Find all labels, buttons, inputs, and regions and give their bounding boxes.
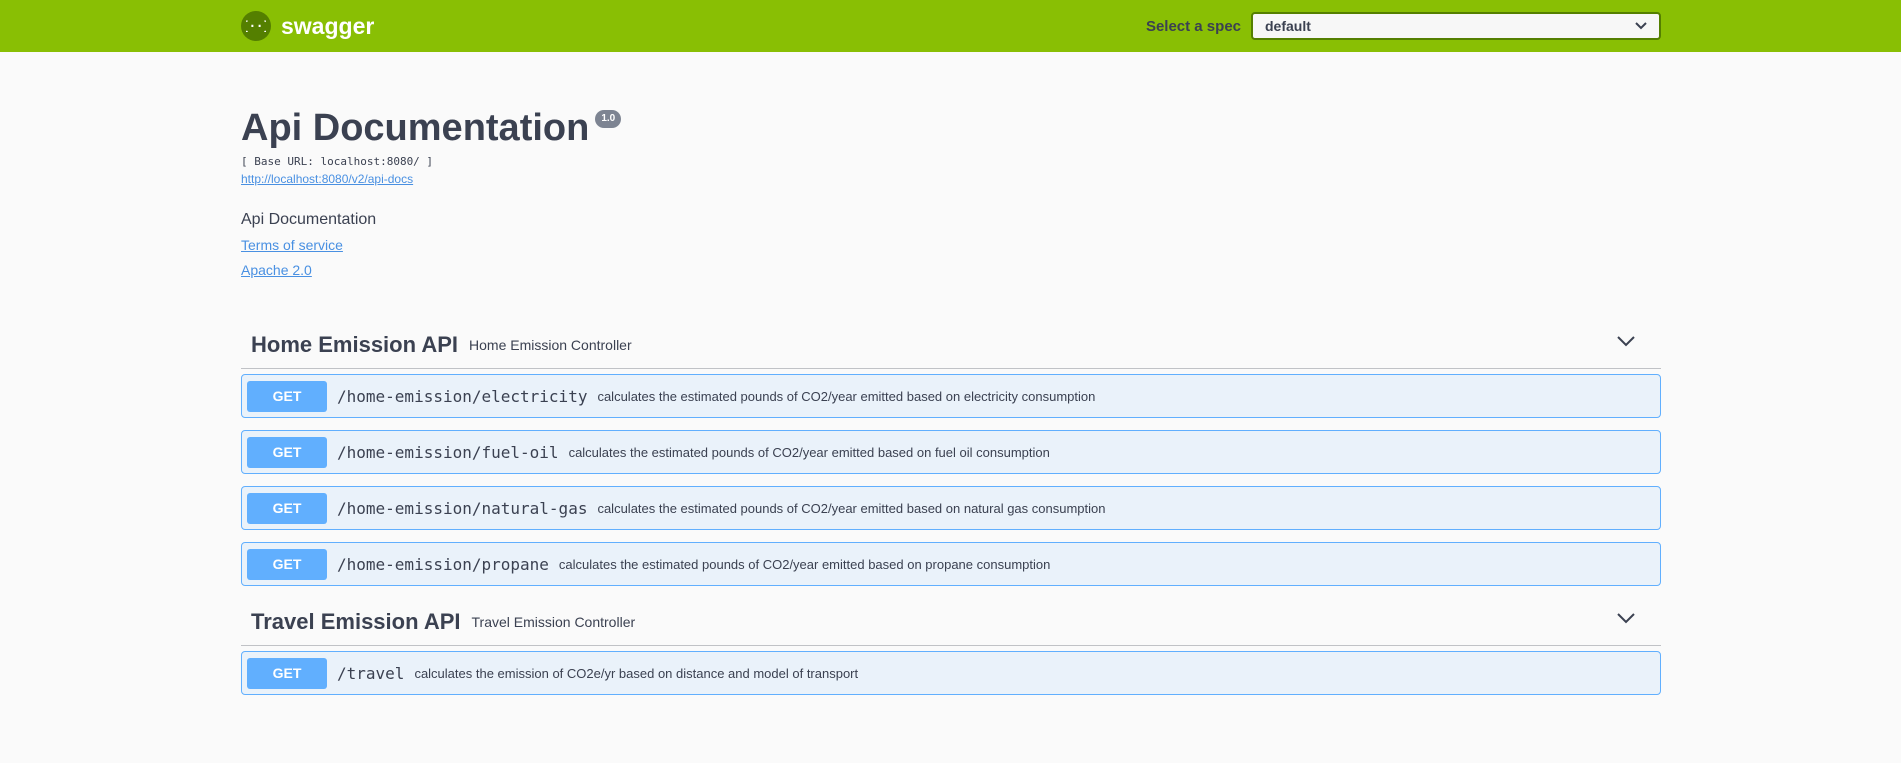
operation-path: /travel <box>337 663 405 683</box>
terms-of-service-link[interactable]: Terms of service <box>241 237 1661 253</box>
tag-section-home: Home Emission API Home Emission Controll… <box>241 321 1661 586</box>
operation-path: /home-emission/fuel-oil <box>337 442 559 462</box>
chevron-down-icon[interactable] <box>1617 612 1635 624</box>
operation-row[interactable]: GET /home-emission/fuel-oil calculates t… <box>241 430 1661 474</box>
spec-select[interactable]: default <box>1251 12 1661 40</box>
tag-section-travel: Travel Emission API Travel Emission Cont… <box>241 598 1661 695</box>
tag-description: Home Emission Controller <box>469 336 632 353</box>
api-docs-link[interactable]: http://localhost:8080/v2/api-docs <box>241 172 413 186</box>
operation-path: /home-emission/propane <box>337 554 549 574</box>
tag-name: Travel Emission API <box>251 608 461 634</box>
api-description: Api Documentation <box>241 211 377 228</box>
method-badge: GET <box>247 548 327 580</box>
brand-link[interactable]: {··} swagger <box>241 11 374 41</box>
method-badge: GET <box>247 380 327 412</box>
operation-summary: calculates the estimated pounds of CO2/y… <box>568 444 1050 460</box>
operation-summary: calculates the estimated pounds of CO2/y… <box>597 388 1096 404</box>
operation-path: /home-emission/electricity <box>337 386 588 406</box>
license-link[interactable]: Apache 2.0 <box>241 262 1661 278</box>
version-badge: 1.0 <box>595 110 622 128</box>
operation-row[interactable]: GET /home-emission/natural-gas calculate… <box>241 486 1661 530</box>
spec-label: Select a spec <box>1145 17 1241 35</box>
operation-row[interactable]: GET /home-emission/electricity calculate… <box>241 374 1661 418</box>
tag-header-travel[interactable]: Travel Emission API Travel Emission Cont… <box>241 598 1661 646</box>
chevron-down-icon <box>1635 22 1647 30</box>
svg-text:{··}: {··} <box>246 19 266 33</box>
method-badge: GET <box>247 492 327 524</box>
operation-summary: calculates the estimated pounds of CO2/y… <box>558 556 1051 572</box>
operation-path: /home-emission/natural-gas <box>337 498 588 518</box>
method-badge: GET <box>247 436 327 468</box>
operation-summary: calculates the emission of CO2e/yr based… <box>414 665 859 681</box>
chevron-down-icon[interactable] <box>1617 335 1635 347</box>
swagger-logo-icon: {··} <box>241 11 271 41</box>
base-url: [ Base URL: localhost:8080/ ] <box>241 155 434 168</box>
method-badge: GET <box>247 657 327 689</box>
brand-name: swagger <box>281 12 375 39</box>
api-info: Api Documentation 1.0 [ Base URL: localh… <box>241 105 1661 278</box>
operation-row[interactable]: GET /travel calculates the emission of C… <box>241 651 1661 695</box>
operation-summary: calculates the estimated pounds of CO2/y… <box>597 500 1106 516</box>
operation-row[interactable]: GET /home-emission/propane calculates th… <box>241 542 1661 586</box>
page-title: Api Documentation <box>241 107 590 149</box>
tag-header-home[interactable]: Home Emission API Home Emission Controll… <box>241 321 1661 369</box>
topbar: {··} swagger Select a spec default <box>0 0 1901 52</box>
spec-selected-value: default <box>1265 18 1311 34</box>
tag-description: Travel Emission Controller <box>471 613 636 630</box>
tag-name: Home Emission API <box>251 331 459 357</box>
